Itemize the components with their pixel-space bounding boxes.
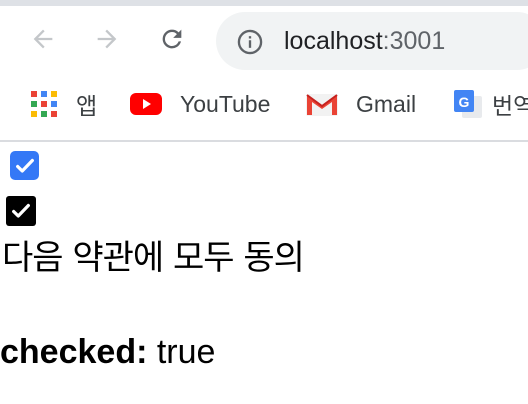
status-label: checked: — [0, 333, 148, 371]
reload-icon — [162, 29, 182, 49]
arrow-left-icon — [33, 29, 53, 49]
url-port: :3001 — [382, 27, 446, 55]
checkmark-icon — [12, 203, 30, 218]
google-translate-icon: G — [454, 90, 482, 118]
apps-grid-icon — [31, 91, 57, 117]
agree-checkbox-custom[interactable] — [6, 196, 36, 226]
url-text: localhost:3001 — [284, 25, 445, 57]
url-host: localhost — [284, 27, 383, 55]
checkmark-icon — [15, 158, 34, 173]
address-bar[interactable]: localhost:3001 — [216, 12, 528, 70]
arrow-right-icon — [97, 29, 117, 49]
bookmark-label: YouTube — [180, 90, 271, 117]
bookmark-youtube[interactable]: YouTube — [130, 88, 270, 120]
status-value: true — [156, 333, 216, 371]
bookmark-translate[interactable]: G 번역 — [452, 88, 528, 120]
back-button[interactable] — [26, 22, 60, 56]
bookmarks-bar: 앱 YouTube Gmail G 번역 — [0, 74, 528, 142]
reload-button[interactable] — [155, 22, 189, 56]
page-content: 다음 약관에 모두 동의 checked: true — [0, 142, 528, 404]
bookmark-label: 앱 — [76, 93, 98, 119]
bookmark-gmail[interactable]: Gmail — [306, 88, 416, 120]
info-icon[interactable] — [236, 28, 264, 56]
svg-text:G: G — [459, 94, 470, 110]
checked-status: checked: true — [0, 330, 215, 374]
agree-checkbox-native[interactable] — [10, 151, 39, 180]
youtube-icon — [130, 93, 162, 115]
browser-toolbar: localhost:3001 — [0, 6, 528, 74]
forward-button[interactable] — [90, 22, 124, 56]
gmail-icon — [306, 94, 338, 116]
bookmark-label: Gmail — [356, 90, 417, 117]
agree-label[interactable]: 다음 약관에 모두 동의 — [2, 236, 305, 280]
bookmark-apps[interactable]: 앱 — [30, 88, 97, 120]
bookmark-label: 번역 — [492, 93, 528, 119]
